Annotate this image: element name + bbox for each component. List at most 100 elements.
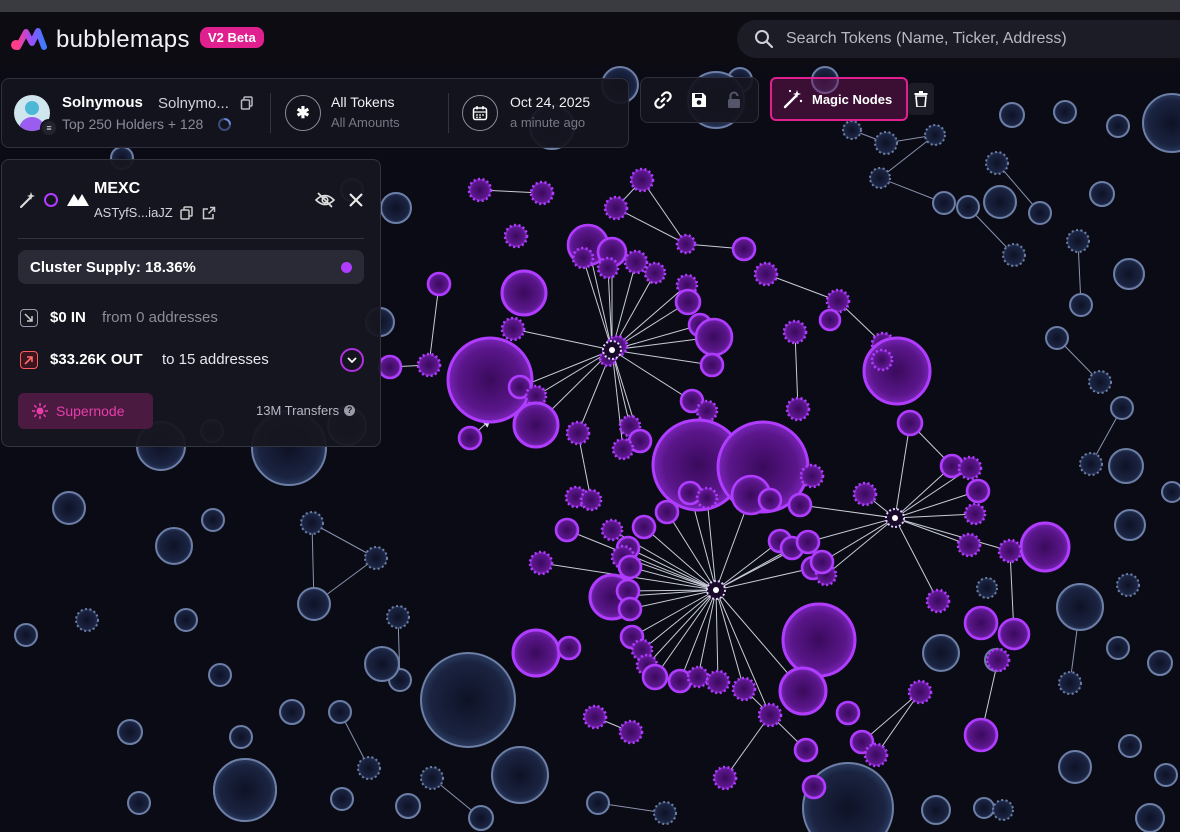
cluster-node-bubble[interactable] (617, 596, 643, 622)
cluster-node-bubble[interactable] (511, 628, 561, 678)
holder-bubble[interactable] (1028, 201, 1052, 225)
cluster-node-bubble[interactable] (654, 499, 680, 525)
search-input[interactable] (784, 29, 1148, 49)
cluster-node-bubble[interactable] (753, 261, 779, 287)
holder-bubble[interactable] (174, 608, 198, 632)
date-filter-title[interactable]: Oct 24, 2025 (510, 94, 590, 110)
cluster-node-bubble[interactable] (565, 420, 591, 446)
trash-icon[interactable] (908, 83, 934, 115)
cluster-node-bubble[interactable] (862, 336, 932, 406)
cluster-node-bubble[interactable] (457, 425, 483, 451)
cluster-node-bubble[interactable] (965, 478, 991, 504)
holder-bubble[interactable] (924, 124, 946, 146)
chevron-down-icon[interactable] (340, 348, 364, 372)
cluster-node-bubble[interactable] (985, 647, 1011, 673)
copy-icon[interactable] (180, 206, 193, 220)
holder-bubble[interactable] (586, 791, 610, 815)
holder-bubble[interactable] (1116, 573, 1140, 597)
holder-bubble[interactable] (922, 634, 960, 672)
cluster-node-bubble[interactable] (731, 236, 757, 262)
holder-bubble[interactable] (1066, 229, 1090, 253)
cluster-node-bubble[interactable] (641, 663, 669, 691)
holder-bubble[interactable] (1106, 636, 1130, 660)
holder-bubble[interactable] (364, 646, 400, 682)
holder-bubble[interactable] (1056, 583, 1104, 631)
magic-nodes-button[interactable]: Magic Nodes (770, 77, 908, 121)
cluster-node-bubble[interactable] (863, 742, 889, 768)
holder-bubble[interactable] (1002, 243, 1026, 267)
cluster-node-bubble[interactable] (818, 308, 842, 332)
holder-bubble[interactable] (1053, 100, 1077, 124)
help-icon[interactable]: ? (344, 405, 356, 416)
holder-bubble[interactable] (117, 719, 143, 745)
cluster-node-bubble[interactable] (500, 316, 526, 342)
holder-bubble[interactable] (1142, 93, 1180, 153)
cluster-node-bubble[interactable] (500, 269, 548, 317)
cluster-node-bubble[interactable] (582, 704, 608, 730)
cluster-node-bubble[interactable] (825, 288, 851, 314)
holder-bubble[interactable] (420, 766, 444, 790)
cluster-node-bubble[interactable] (695, 486, 719, 510)
cluster-node-bubble[interactable] (617, 554, 643, 580)
cluster-node-bubble[interactable] (870, 348, 894, 372)
cluster-node-bubble[interactable] (416, 352, 442, 378)
app-logo[interactable]: bubblemaps (10, 26, 190, 54)
cluster-node-bubble[interactable] (603, 195, 629, 221)
lock-icon[interactable] (723, 89, 745, 111)
holder-bubble[interactable] (1118, 734, 1142, 758)
holder-bubble[interactable] (52, 491, 86, 525)
copy-icon[interactable] (240, 96, 254, 110)
holder-bubble[interactable] (279, 699, 305, 725)
cluster-node-bubble[interactable] (699, 352, 725, 378)
holder-bubble[interactable] (420, 652, 516, 748)
cluster-node-bubble[interactable] (695, 399, 719, 423)
cluster-node-bubble[interactable] (852, 481, 878, 507)
external-link-icon[interactable] (202, 206, 216, 220)
cluster-node-bubble[interactable] (957, 455, 983, 481)
holder-bubble[interactable] (1154, 763, 1178, 787)
cluster-node-bubble[interactable] (675, 233, 697, 255)
cluster-node-bubble[interactable] (467, 177, 493, 203)
holder-bubble[interactable] (1089, 181, 1115, 207)
eye-off-icon[interactable] (315, 192, 335, 208)
cluster-node-bubble[interactable] (835, 700, 861, 726)
holder-bubble[interactable] (1088, 370, 1112, 394)
holder-bubble[interactable] (1110, 396, 1134, 420)
holder-bubble[interactable] (983, 185, 1017, 219)
holder-bubble[interactable] (364, 546, 388, 570)
cluster-node-bubble[interactable] (757, 487, 783, 513)
holder-bubble[interactable] (1079, 452, 1103, 476)
holder-bubble[interactable] (1058, 750, 1092, 784)
cluster-node-bubble[interactable] (801, 774, 827, 800)
cluster-node-bubble[interactable] (896, 409, 924, 437)
cluster-node-bubble[interactable] (377, 354, 403, 380)
holder-bubble[interactable] (395, 793, 421, 819)
holder-bubble[interactable] (208, 663, 232, 687)
holder-bubble[interactable] (1108, 448, 1144, 484)
holder-bubble[interactable] (1161, 481, 1180, 503)
holder-bubble[interactable] (1135, 803, 1165, 832)
asterisk-icon[interactable]: ✱ (285, 95, 321, 131)
wallet-name[interactable]: Solnymous (62, 94, 143, 111)
cluster-node-bubble[interactable] (623, 249, 649, 275)
cluster-node-bubble[interactable] (782, 319, 808, 345)
cluster-node-bubble[interactable] (793, 737, 819, 763)
cluster-node-bubble[interactable] (799, 463, 825, 489)
save-icon[interactable] (688, 89, 710, 111)
holder-bubble[interactable] (213, 758, 277, 822)
cluster-node-bubble[interactable] (618, 719, 644, 745)
cluster-node-bubble[interactable] (785, 396, 811, 422)
link-icon[interactable] (652, 89, 674, 111)
holder-bubble[interactable] (985, 151, 1009, 175)
cluster-node-bubble[interactable] (643, 261, 667, 285)
cluster-node-bubble[interactable] (963, 502, 987, 526)
cluster-node-bubble[interactable] (956, 532, 982, 558)
holder-bubble[interactable] (999, 102, 1025, 128)
cluster-node-bubble[interactable] (503, 223, 529, 249)
cluster-node-bubble[interactable] (529, 180, 555, 206)
cluster-node-bubble[interactable] (596, 256, 620, 280)
holder-bubble[interactable] (1045, 326, 1069, 350)
holder-bubble[interactable] (869, 167, 891, 189)
holder-bubble[interactable] (932, 191, 956, 215)
holder-bubble[interactable] (992, 799, 1014, 821)
